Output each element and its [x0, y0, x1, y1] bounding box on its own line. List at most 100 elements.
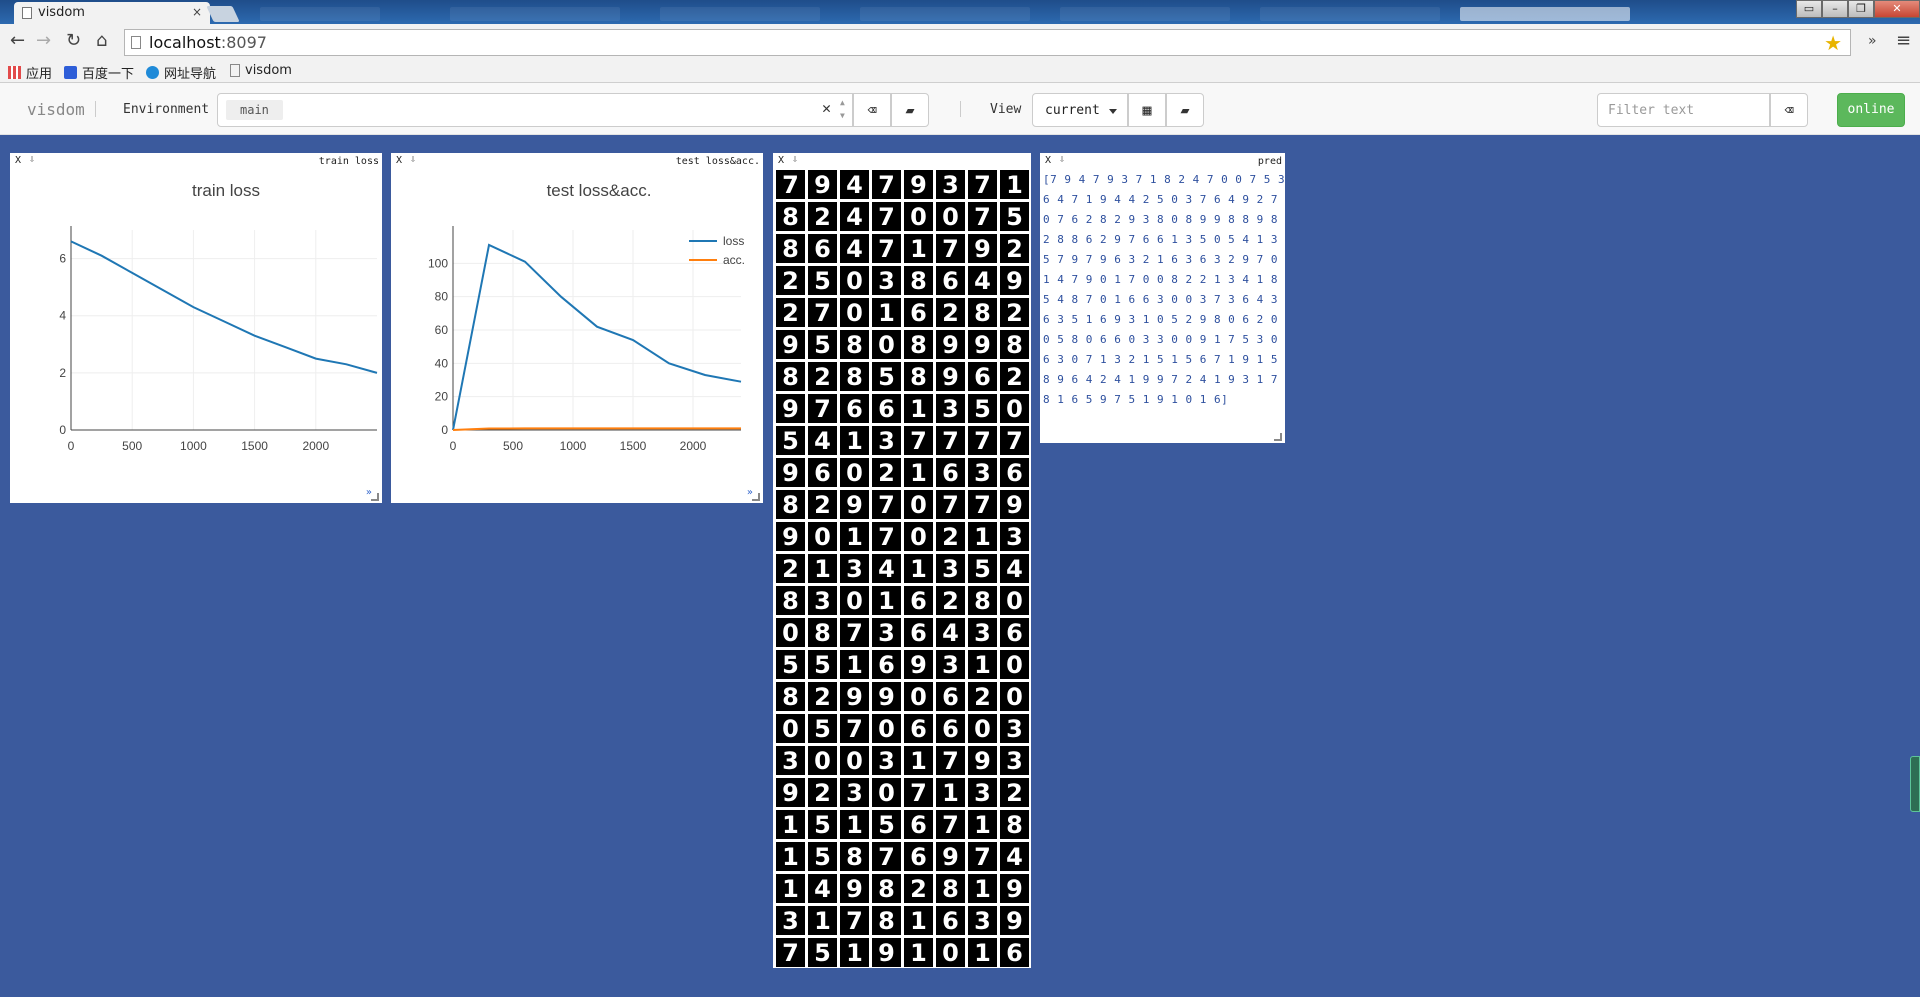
- bookmark-apps[interactable]: 应用: [8, 63, 52, 82]
- bookmark-visdom[interactable]: visdom: [230, 63, 292, 78]
- window-maximize-button[interactable]: ❐: [1848, 0, 1874, 18]
- mnist-digit-image: 6: [936, 266, 965, 295]
- manage-env-folder-button[interactable]: ▰: [891, 93, 929, 127]
- background-tab[interactable]: [660, 7, 820, 21]
- repack-grid-button[interactable]: ▦: [1128, 93, 1166, 127]
- background-tab[interactable]: [1060, 7, 1230, 21]
- url-port: :8097: [220, 33, 267, 52]
- mnist-digit-image: 7: [872, 490, 901, 519]
- tab-close-icon[interactable]: ×: [192, 5, 202, 19]
- mnist-digit-image: 0: [1000, 682, 1029, 711]
- background-tab[interactable]: [450, 7, 620, 21]
- mnist-digit-image: 4: [872, 554, 901, 583]
- pane-close-button[interactable]: X: [778, 155, 784, 166]
- download-icon[interactable]: ⇩: [792, 154, 798, 165]
- mnist-digit-image: 9: [1000, 874, 1029, 903]
- mnist-digit-image: 6: [904, 586, 933, 615]
- mnist-digit-image: 9: [968, 234, 997, 263]
- visdom-brand[interactable]: visdom: [27, 100, 85, 119]
- environment-arrows-icon[interactable]: ▲ ▼: [840, 96, 845, 122]
- browser-tab-visdom[interactable]: visdom ×: [14, 2, 210, 24]
- mnist-digit-image: 1: [904, 906, 933, 935]
- view-select[interactable]: current: [1032, 93, 1128, 127]
- reload-icon[interactable]: ↻: [66, 32, 81, 50]
- side-scroll-handle[interactable]: [1910, 756, 1920, 812]
- mnist-digit-image: 0: [840, 458, 869, 487]
- clear-env-eraser-button[interactable]: ⌫: [853, 93, 891, 127]
- folder-open-icon: ▰: [905, 101, 915, 119]
- mnist-digit-image: 9: [904, 170, 933, 199]
- mnist-digit-image: 4: [1000, 842, 1029, 871]
- background-tab[interactable]: [1260, 7, 1440, 21]
- mnist-digit-image: 9: [968, 330, 997, 359]
- mnist-digit-image: 6: [936, 714, 965, 743]
- bookmark-baidu[interactable]: 百度一下: [64, 63, 134, 82]
- window-user-icon[interactable]: ▭: [1796, 0, 1822, 18]
- background-tab[interactable]: [860, 7, 1030, 21]
- mnist-digit-image: 5: [1000, 202, 1029, 231]
- mnist-digit-image: 6: [1000, 618, 1029, 647]
- environment-chip[interactable]: main: [226, 100, 283, 120]
- window-minimize-button[interactable]: –: [1822, 0, 1848, 18]
- download-icon[interactable]: ⇩: [1059, 154, 1065, 165]
- mnist-digit-image: 9: [776, 330, 805, 359]
- pane-header[interactable]: X ⇩ pred: [1040, 153, 1285, 169]
- address-bar[interactable]: localhost:8097 ★: [124, 29, 1851, 56]
- mnist-digit-image: 1: [968, 938, 997, 967]
- mnist-digit-image: 0: [968, 714, 997, 743]
- bookmark-star-icon[interactable]: ★: [1824, 31, 1842, 55]
- mnist-digit-image: 2: [776, 266, 805, 295]
- environment-select[interactable]: main ✕ ▲ ▼: [217, 93, 853, 127]
- test-loss-acc-chart[interactable]: test loss&acc. 0 500 1000 1500 2000 0 20 40 60 80 1…: [391, 153, 763, 503]
- mnist-digit-image: 2: [776, 298, 805, 327]
- pane-close-button[interactable]: X: [1045, 155, 1051, 166]
- mnist-digit-image: 0: [1000, 394, 1029, 423]
- mnist-digit-image: 8: [776, 490, 805, 519]
- mnist-digit-image: 6: [904, 714, 933, 743]
- manage-views-folder-button[interactable]: ▰: [1166, 93, 1204, 127]
- mnist-digit-image: 6: [808, 458, 837, 487]
- mnist-digit-image: 0: [904, 202, 933, 231]
- mnist-digit-image: 9: [776, 778, 805, 807]
- home-icon[interactable]: ⌂: [96, 32, 107, 50]
- pane-header[interactable]: X ⇩: [773, 153, 1031, 169]
- mnist-digit-image: 0: [808, 746, 837, 775]
- resize-handle[interactable]: [1274, 433, 1282, 441]
- mnist-digit-image: 1: [808, 906, 837, 935]
- resize-handle[interactable]: [371, 493, 379, 501]
- mnist-digit-image: 4: [840, 170, 869, 199]
- forward-arrow-icon[interactable]: →: [36, 32, 51, 50]
- mnist-digit-image: 1: [968, 650, 997, 679]
- mnist-digit-image: 3: [968, 906, 997, 935]
- filter-text-input[interactable]: [1597, 93, 1770, 127]
- bookmark-url-nav[interactable]: 网址导航: [146, 63, 216, 82]
- mnist-digit-image: 1: [872, 298, 901, 327]
- mnist-digit-image: 0: [840, 586, 869, 615]
- mnist-digit-image: 1: [904, 746, 933, 775]
- x-tick-label: 2000: [302, 439, 329, 453]
- extensions-overflow-icon[interactable]: »: [1868, 33, 1877, 49]
- bookmark-label: 网址导航: [164, 67, 217, 82]
- window-close-button[interactable]: ✕: [1874, 0, 1920, 18]
- mnist-digit-image: 5: [808, 842, 837, 871]
- mnist-digit-image: 9: [872, 682, 901, 711]
- pane-mnist-images[interactable]: X ⇩ 794793718247007586471792250386492701…: [773, 153, 1031, 968]
- pane-train-loss[interactable]: X ⇩ train loss train loss 0 500 1000 1500 200…: [10, 153, 382, 503]
- pane-pred[interactable]: X ⇩ pred [7 9 4 7 9 3 7 1 8 2 4 7 0 0 7 …: [1040, 153, 1285, 443]
- bookmark-label: visdom: [245, 63, 292, 78]
- background-tab[interactable]: [260, 7, 380, 21]
- back-arrow-icon[interactable]: ←: [10, 32, 25, 50]
- online-status-button[interactable]: online: [1837, 93, 1905, 127]
- mnist-digit-image: 3: [808, 586, 837, 615]
- mnist-digit-image: 9: [936, 842, 965, 871]
- pane-test-loss-acc[interactable]: X ⇩ test loss&acc. test loss&acc. 0 500 100…: [391, 153, 763, 503]
- background-tab[interactable]: [1460, 7, 1630, 21]
- browser-menu-icon[interactable]: ≡: [1896, 30, 1911, 51]
- clear-environment-icon[interactable]: ✕: [822, 99, 831, 117]
- mnist-digit-image: 7: [968, 490, 997, 519]
- new-tab-button[interactable]: [206, 6, 240, 22]
- clear-filter-eraser-button[interactable]: ⌫: [1770, 93, 1808, 127]
- mnist-digit-image: 8: [776, 362, 805, 391]
- resize-handle[interactable]: [752, 493, 760, 501]
- train-loss-chart[interactable]: train loss 0 500 1000 1500 2000 0 2 4 6: [10, 153, 382, 503]
